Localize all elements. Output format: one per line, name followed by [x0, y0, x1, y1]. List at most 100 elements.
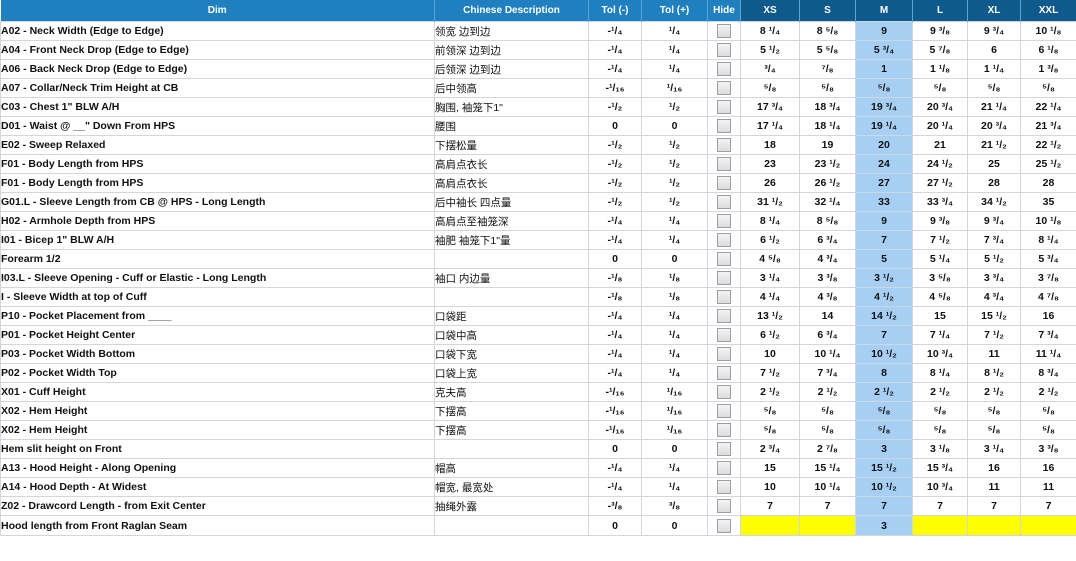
size-s-cell[interactable]: 32 ¹/₄	[799, 192, 856, 212]
size-s-cell[interactable]: 4 ³/₈	[799, 287, 856, 307]
hide-checkbox[interactable]	[717, 423, 731, 437]
tol-minus-cell[interactable]: -¹/₂	[588, 173, 642, 193]
size-xs-cell[interactable]: 31 ¹/₂	[740, 192, 800, 212]
dim-cell[interactable]: H02 - Armhole Depth from HPS	[0, 211, 435, 231]
size-l-cell[interactable]: 20 ¹/₄	[912, 116, 968, 136]
dim-cell[interactable]: A06 - Back Neck Drop (Edge to Edge)	[0, 59, 435, 79]
size-m-cell[interactable]: 10 ¹/₂	[855, 477, 913, 497]
tol-plus-cell[interactable]: ¹/₂	[641, 173, 708, 193]
size-s-cell[interactable]: 8 ⁵/₈	[799, 211, 856, 231]
size-xl-cell[interactable]: 6	[967, 40, 1021, 60]
chinese-description-cell[interactable]: 高肩点衣长	[434, 173, 589, 193]
size-xl-cell[interactable]: 34 ¹/₂	[967, 192, 1021, 212]
tol-minus-cell[interactable]: -¹/₄	[588, 363, 642, 383]
tol-minus-cell[interactable]: 0	[588, 439, 642, 459]
size-s-cell[interactable]: 23 ¹/₂	[799, 154, 856, 174]
size-xxl-cell[interactable]: 3 ⁷/₈	[1020, 268, 1076, 288]
size-xxl-cell[interactable]: 7 ³/₄	[1020, 325, 1076, 345]
size-s-cell[interactable]	[799, 515, 856, 536]
size-s-cell[interactable]: 6 ³/₄	[799, 230, 856, 250]
dim-cell[interactable]: X02 - Hem Height	[0, 401, 435, 421]
dim-cell[interactable]: F01 - Body Length from HPS	[0, 154, 435, 174]
hide-checkbox[interactable]	[717, 442, 731, 456]
size-xxl-cell[interactable]: 8 ¹/₄	[1020, 230, 1076, 250]
hide-checkbox[interactable]	[717, 385, 731, 399]
tol-plus-cell[interactable]: ¹/₂	[641, 97, 708, 117]
tol-plus-cell[interactable]: ¹/₂	[641, 135, 708, 155]
size-l-cell[interactable]: 3 ⁵/₈	[912, 268, 968, 288]
size-xs-cell[interactable]: ³/₄	[740, 59, 800, 79]
size-l-cell[interactable]: 7	[912, 496, 968, 516]
size-xl-cell[interactable]: 15 ¹/₂	[967, 306, 1021, 326]
size-l-cell[interactable]: 24 ¹/₂	[912, 154, 968, 174]
tol-minus-cell[interactable]: -¹/₄	[588, 344, 642, 364]
size-xl-cell[interactable]: ⁵/₈	[967, 401, 1021, 421]
tol-minus-cell[interactable]: -¹/₄	[588, 211, 642, 231]
dim-cell[interactable]: G01.L - Sleeve Length from CB @ HPS - Lo…	[0, 192, 435, 212]
size-xxl-cell[interactable]: 16	[1020, 458, 1076, 478]
size-m-cell[interactable]: 5 ³/₄	[855, 40, 913, 60]
tol-minus-cell[interactable]: -¹/₄	[588, 230, 642, 250]
hide-checkbox[interactable]	[717, 43, 731, 57]
size-xl-cell[interactable]: 9 ³/₄	[967, 211, 1021, 231]
tol-minus-cell[interactable]: -¹/₁₆	[588, 420, 642, 440]
size-s-cell[interactable]: ⁵/₈	[799, 78, 856, 98]
size-xl-cell[interactable]: 21 ¹/₄	[967, 97, 1021, 117]
size-s-cell[interactable]: 10 ¹/₄	[799, 477, 856, 497]
tol-minus-cell[interactable]: -¹/₁₆	[588, 78, 642, 98]
size-xl-cell[interactable]: ⁵/₈	[967, 420, 1021, 440]
size-xs-cell[interactable]: 17 ³/₄	[740, 97, 800, 117]
size-l-cell[interactable]: 1 ¹/₈	[912, 59, 968, 79]
hide-checkbox[interactable]	[717, 366, 731, 380]
chinese-description-cell[interactable]: 抽绳外露	[434, 496, 589, 516]
tol-minus-cell[interactable]: -¹/₄	[588, 325, 642, 345]
chinese-description-cell[interactable]: 口袋中高	[434, 325, 589, 345]
hide-checkbox[interactable]	[717, 119, 731, 133]
hide-checkbox[interactable]	[717, 81, 731, 95]
size-xl-cell[interactable]: 3 ³/₄	[967, 268, 1021, 288]
chinese-description-cell[interactable]: 袖肥 袖笼下1"量	[434, 230, 589, 250]
tol-plus-cell[interactable]: ¹/₄	[641, 363, 708, 383]
chinese-description-cell[interactable]	[434, 249, 589, 269]
dim-cell[interactable]: P03 - Pocket Width Bottom	[0, 344, 435, 364]
size-xs-cell[interactable]: 10	[740, 477, 800, 497]
size-m-cell[interactable]: 5	[855, 249, 913, 269]
size-xl-cell[interactable]: 25	[967, 154, 1021, 174]
dim-cell[interactable]: P10 - Pocket Placement from ____	[0, 306, 435, 326]
tol-plus-cell[interactable]: 0	[641, 515, 708, 536]
size-xxl-cell[interactable]: 25 ¹/₂	[1020, 154, 1076, 174]
size-xl-cell[interactable]: 4 ³/₄	[967, 287, 1021, 307]
size-s-cell[interactable]: 3 ³/₈	[799, 268, 856, 288]
size-m-cell[interactable]: ⁵/₈	[855, 78, 913, 98]
tol-minus-cell[interactable]: -¹/₂	[588, 135, 642, 155]
tol-minus-cell[interactable]: -¹/₂	[588, 192, 642, 212]
size-xs-cell[interactable]: 6 ¹/₂	[740, 230, 800, 250]
size-l-cell[interactable]: 9 ³/₈	[912, 21, 968, 41]
size-m-cell[interactable]: 8	[855, 363, 913, 383]
size-xs-cell[interactable]: 2 ³/₄	[740, 439, 800, 459]
size-xxl-cell[interactable]: 1 ³/₈	[1020, 59, 1076, 79]
hide-checkbox[interactable]	[717, 328, 731, 342]
size-s-cell[interactable]: 5 ⁵/₈	[799, 40, 856, 60]
size-xs-cell[interactable]: 7	[740, 496, 800, 516]
tol-minus-cell[interactable]: -¹/₁₆	[588, 382, 642, 402]
size-s-cell[interactable]: ⁵/₈	[799, 420, 856, 440]
hide-checkbox[interactable]	[717, 271, 731, 285]
size-xxl-cell[interactable]: 8 ³/₄	[1020, 363, 1076, 383]
chinese-description-cell[interactable]: 袖口 内边量	[434, 268, 589, 288]
chinese-description-cell[interactable]: 后中袖长 四点量	[434, 192, 589, 212]
size-xxl-cell[interactable]	[1020, 515, 1076, 536]
size-s-cell[interactable]: ⁵/₈	[799, 401, 856, 421]
size-xxl-cell[interactable]: 11 ¹/₄	[1020, 344, 1076, 364]
tol-minus-cell[interactable]: -³/₈	[588, 496, 642, 516]
tol-plus-cell[interactable]: ¹/₄	[641, 21, 708, 41]
size-l-cell[interactable]: ⁵/₈	[912, 401, 968, 421]
size-xs-cell[interactable]: ⁵/₈	[740, 78, 800, 98]
hide-checkbox[interactable]	[717, 214, 731, 228]
size-xs-cell[interactable]: 6 ¹/₂	[740, 325, 800, 345]
size-m-cell[interactable]: 27	[855, 173, 913, 193]
hide-checkbox[interactable]	[717, 138, 731, 152]
chinese-description-cell[interactable]: 下摆高	[434, 401, 589, 421]
size-l-cell[interactable]: ⁵/₈	[912, 420, 968, 440]
size-xs-cell[interactable]: ⁵/₈	[740, 401, 800, 421]
